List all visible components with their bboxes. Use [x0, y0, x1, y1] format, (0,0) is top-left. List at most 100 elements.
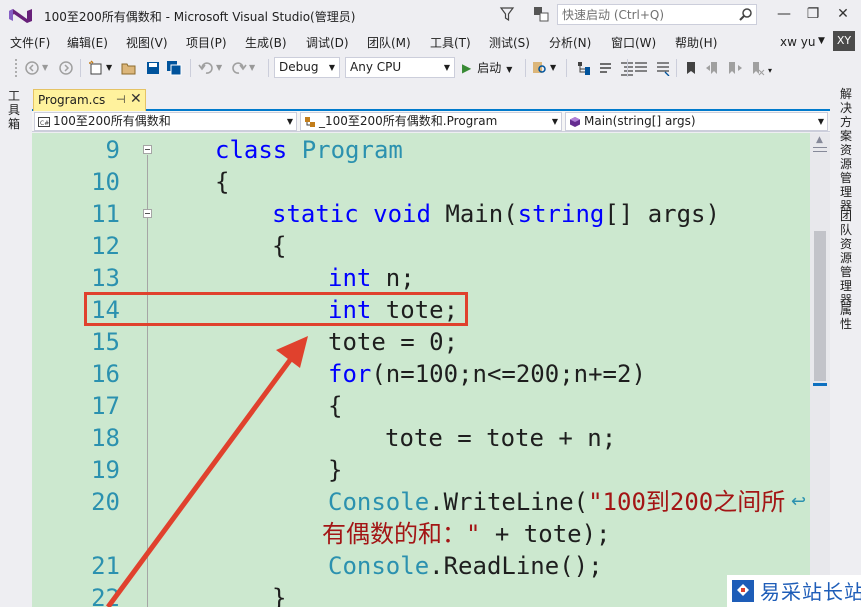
collapse-icon[interactable]	[143, 209, 152, 218]
menu-tools[interactable]: 工具(T)	[430, 34, 471, 51]
previous-bookmark-icon[interactable]	[705, 60, 721, 76]
code-line-9: class Program	[215, 136, 403, 164]
keyword: int	[328, 264, 372, 292]
platform-value: Any CPU	[350, 60, 402, 74]
menu-team[interactable]: 团队(M)	[367, 34, 411, 51]
caret-position-marker	[813, 383, 827, 386]
redo-icon[interactable]	[231, 60, 247, 76]
menu-build[interactable]: 生成(B)	[245, 34, 287, 51]
window-title: 100至200所有偶数和 - Microsoft Visual Studio(管…	[44, 10, 356, 24]
restore-button[interactable]: ❐	[803, 5, 823, 23]
find-in-files-icon[interactable]	[532, 60, 548, 76]
avatar[interactable]: XY	[833, 31, 855, 51]
clear-bookmarks-icon[interactable]	[749, 60, 765, 76]
class-icon	[305, 117, 315, 127]
start-debugging-button[interactable]: ▶ 启动 ▼	[462, 59, 512, 77]
type-name: Program	[301, 136, 403, 164]
editor-vertical-scrollbar[interactable]: ▲	[810, 133, 830, 607]
back-dropdown-icon[interactable]: ▼	[42, 60, 58, 76]
user-menu-caret-icon[interactable]: ▼	[818, 36, 825, 46]
find-dropdown-icon[interactable]: ▼	[550, 60, 566, 76]
close-tab-icon[interactable]: ✕	[130, 91, 142, 107]
toolbar-separator	[566, 59, 567, 77]
line-number: 21	[91, 552, 120, 580]
solution-explorer-tab[interactable]: 解决方案资源管理器	[839, 87, 853, 213]
line-number: 19	[91, 456, 120, 484]
toolbar-separator	[627, 59, 628, 77]
menu-file[interactable]: 文件(F)	[10, 34, 50, 51]
code-line-21: Console.ReadLine();	[328, 552, 603, 580]
tab-program-cs[interactable]: Program.cs ⊣ ✕	[33, 89, 146, 111]
type-dropdown[interactable]: _100至200所有偶数和.Program ▼	[300, 112, 562, 131]
toolbox-tab[interactable]: 工具箱	[7, 89, 21, 131]
search-icon[interactable]	[739, 7, 753, 21]
member-dropdown[interactable]: Main(string[] args) ▼	[565, 112, 828, 131]
code-line-15: tote = 0;	[328, 328, 459, 356]
scrollbar-thumb[interactable]	[814, 231, 826, 381]
chevron-down-icon: ▼	[328, 63, 335, 72]
close-window-button[interactable]: ✕	[833, 5, 853, 23]
watermark: 易采站长站	[727, 575, 861, 607]
left-tool-window-strip: 工具箱	[0, 85, 28, 607]
quick-launch-box[interactable]	[557, 4, 757, 25]
notifications-icon[interactable]	[532, 5, 550, 23]
bookmark-icon[interactable]	[683, 60, 699, 76]
scroll-up-icon[interactable]: ▲	[816, 135, 823, 145]
keyword: class	[215, 136, 288, 164]
navigate-forward-icon[interactable]	[58, 60, 74, 76]
keyword: string	[517, 200, 605, 228]
line-number: 15	[91, 328, 120, 356]
undo-dropdown-icon[interactable]: ▼	[216, 60, 232, 76]
menu-debug[interactable]: 调试(D)	[306, 34, 349, 51]
menu-view[interactable]: 视图(V)	[126, 34, 168, 51]
user-name[interactable]: xw yu	[780, 35, 815, 49]
code-text: n;	[371, 264, 415, 292]
collapse-icon[interactable]	[143, 145, 152, 154]
next-bookmark-icon[interactable]	[727, 60, 743, 76]
member-name: Main(string[] args)	[584, 114, 696, 128]
menu-window[interactable]: 窗口(W)	[611, 34, 656, 51]
properties-tab[interactable]: 属性	[839, 303, 853, 331]
save-all-icon[interactable]	[166, 60, 182, 76]
navigate-back-icon[interactable]	[24, 60, 40, 76]
save-icon[interactable]	[145, 60, 161, 76]
chevron-down-icon: ▼	[506, 65, 513, 74]
project-dropdown[interactable]: C# 100至200所有偶数和 ▼	[34, 112, 297, 131]
outlining-margin	[147, 155, 148, 607]
menu-project[interactable]: 项目(P)	[186, 34, 227, 51]
feedback-filter-icon[interactable]	[499, 6, 515, 22]
menu-help[interactable]: 帮助(H)	[675, 34, 717, 51]
minimize-button[interactable]: —	[774, 5, 794, 23]
team-explorer-tab[interactable]: 团队资源管理器	[839, 209, 853, 307]
code-line-16: for(n=100;n<=200;n+=2)	[328, 360, 646, 388]
watermark-logo-icon	[732, 580, 754, 602]
visual-studio-window: 100至200所有偶数和 - Microsoft Visual Studio(管…	[0, 0, 861, 607]
toolbar-grip[interactable]	[14, 58, 18, 78]
quick-launch-input[interactable]	[558, 5, 734, 24]
new-dropdown-icon[interactable]: ▼	[106, 60, 122, 76]
menu-analyze[interactable]: 分析(N)	[549, 34, 591, 51]
pin-tab-icon[interactable]: ⊣	[116, 93, 126, 106]
configuration-value: Debug	[279, 60, 319, 74]
keyword: for	[328, 360, 372, 388]
step-into-icon[interactable]	[598, 60, 614, 76]
comment-lines-icon[interactable]	[633, 60, 649, 76]
menu-test[interactable]: 测试(S)	[489, 34, 530, 51]
code-line-19: }	[328, 456, 343, 484]
code-line-18: tote = tote + n;	[385, 424, 617, 452]
line-number: 17	[91, 392, 120, 420]
redo-dropdown-icon[interactable]: ▼	[249, 60, 265, 76]
solution-platform-dropdown[interactable]: Any CPU ▼	[345, 57, 455, 78]
code-text: [] args)	[604, 200, 720, 228]
toolbar-separator	[525, 59, 526, 77]
undo-icon[interactable]	[198, 60, 214, 76]
menu-edit[interactable]: 编辑(E)	[67, 34, 108, 51]
solution-explorer-icon[interactable]	[576, 60, 592, 76]
split-window-handle[interactable]	[813, 147, 827, 152]
uncomment-lines-icon[interactable]	[655, 60, 671, 76]
solution-configuration-dropdown[interactable]: Debug ▼	[274, 57, 340, 78]
line-number: 10	[91, 168, 120, 196]
new-project-icon[interactable]	[88, 60, 104, 76]
toolbar-overflow-icon[interactable]: ▾	[768, 60, 784, 76]
open-file-icon[interactable]	[121, 60, 137, 76]
